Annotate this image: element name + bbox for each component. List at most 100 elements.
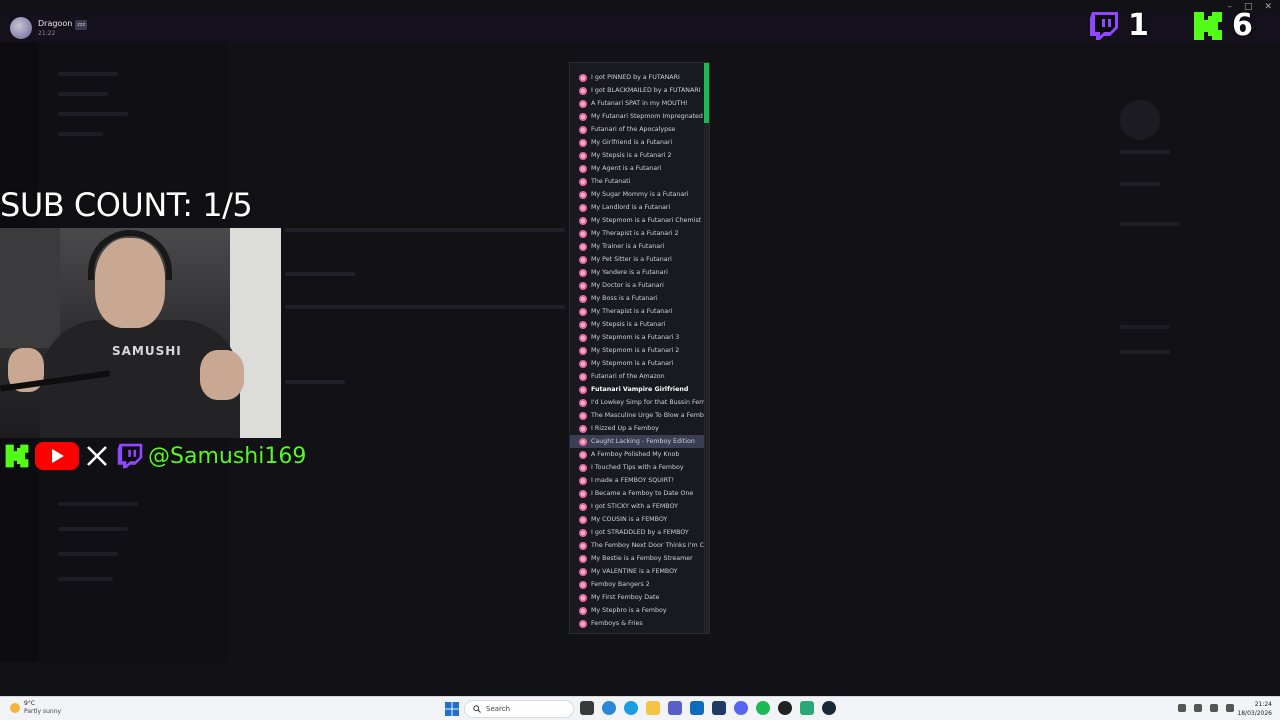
- playlist-track-icon: [579, 424, 587, 433]
- playlist-track-icon: [579, 307, 587, 316]
- playlist-item[interactable]: My Bestie is a Femboy Streamer: [570, 552, 706, 565]
- file-explorer-icon[interactable]: [646, 701, 660, 715]
- playlist-track-icon: [579, 99, 587, 108]
- playlist-item-label: My Stepsis is a Futanari: [591, 321, 666, 328]
- playlist-item[interactable]: My First Femboy Date: [570, 591, 706, 604]
- playlist-item[interactable]: A Futanari SPAT in my MOUTH!: [570, 97, 706, 110]
- playlist-item[interactable]: My Boss is a Futanari: [570, 292, 706, 305]
- playlist-item[interactable]: I Touched Tips with a Femboy: [570, 461, 706, 474]
- playlist-item[interactable]: Femboys & Fries: [570, 617, 706, 630]
- scrollbar-thumb[interactable]: [704, 63, 709, 123]
- playlist-item[interactable]: My Girlfriend is a Futanari: [570, 136, 706, 149]
- playlist-item[interactable]: I made a FEMBOY SQUIRT!: [570, 474, 706, 487]
- windows-start-icon[interactable]: [445, 702, 459, 716]
- vscode-icon[interactable]: [712, 701, 726, 715]
- playlist-item[interactable]: My Doctor is a Futanari: [570, 279, 706, 292]
- playlist-item[interactable]: My Therapist is a Futanari: [570, 305, 706, 318]
- playlist-item[interactable]: My Stepmom is a Futanari 3: [570, 331, 706, 344]
- playlist-track-icon: [579, 190, 587, 199]
- playlist-item[interactable]: Femboy Bangers 2: [570, 578, 706, 591]
- playlist-item[interactable]: I Became a Femboy to Date One: [570, 487, 706, 500]
- network-icon[interactable]: [1194, 704, 1202, 712]
- playlist-item[interactable]: The Masculine Urge To Blow a Femboy: [570, 409, 706, 422]
- discord-icon[interactable]: [734, 701, 748, 715]
- playlist-item[interactable]: Caught Lacking - Femboy Edition: [570, 435, 706, 448]
- playlist-item-label: My Futanari Stepmom Impregnated Me: [591, 113, 706, 120]
- playlist-item[interactable]: My VALENTINE is a FEMBOY: [570, 565, 706, 578]
- playlist-item-label: Futanari Vampire Girlfriend: [591, 386, 689, 393]
- kick-logo-icon: [1194, 12, 1222, 40]
- clock-time: 21:24: [1254, 701, 1272, 708]
- playlist-item[interactable]: My Sugar Mommy is a Futanari: [570, 188, 706, 201]
- playlist-item[interactable]: My Stepsis is a Futanari: [570, 318, 706, 331]
- store-icon[interactable]: [690, 701, 704, 715]
- youtube-icon: [34, 440, 80, 472]
- playlist-item[interactable]: My Stepmom is a Futanari Chemist: [570, 214, 706, 227]
- app-icon[interactable]: [800, 701, 814, 715]
- clock[interactable]: 21:24 18/03/2026: [1237, 700, 1272, 718]
- playlist-item[interactable]: I'd Lowkey Simp for that Bussin Femboy: [570, 396, 706, 409]
- playlist-item-label: My Stepsis is a Futanari 2: [591, 152, 672, 159]
- mic-icon[interactable]: [1226, 704, 1234, 712]
- playlist-item[interactable]: I got PINNED by a FUTANARI: [570, 71, 706, 84]
- playlist-item[interactable]: Futanari of the Amazon: [570, 370, 706, 383]
- playlist-item[interactable]: Futanari of the Apocalypse: [570, 123, 706, 136]
- playlist-track-icon: [579, 346, 587, 355]
- playlist-item[interactable]: My Stepmom is a Futanari 2: [570, 344, 706, 357]
- playlist-track-icon: [579, 437, 587, 446]
- playlist-item[interactable]: Femboy Bangers: [570, 630, 706, 634]
- copilot-icon[interactable]: [602, 701, 616, 715]
- playlist-item[interactable]: A Femboy Polished My Knob: [570, 448, 706, 461]
- playlist-panel[interactable]: I got PINNED by a FUTANARI I got BLACKMAI…: [569, 62, 710, 634]
- playlist-item[interactable]: My Yandere is a Futanari: [570, 266, 706, 279]
- playlist-item[interactable]: My Pet Sitter is a Futanari: [570, 253, 706, 266]
- teams-icon[interactable]: [668, 701, 682, 715]
- playlist-item-label: My Stepmom is a Futanari Chemist: [591, 217, 702, 224]
- playlist-item[interactable]: My Trainer is a Futanari: [570, 240, 706, 253]
- volume-icon[interactable]: [1210, 704, 1218, 712]
- playlist-item[interactable]: The Femboy Next Door Thinks I'm Cute: [570, 539, 706, 552]
- obs-icon[interactable]: [778, 701, 792, 715]
- chevron-up-icon[interactable]: [1178, 704, 1186, 712]
- playlist-item[interactable]: My Agent is a Futanari: [570, 162, 706, 175]
- user-chip[interactable]: Dragoon zzz 21:22: [10, 16, 88, 40]
- user-time: 21:22: [38, 29, 56, 37]
- playlist-item[interactable]: My Landlord is a Futanari: [570, 201, 706, 214]
- playlist-item[interactable]: Futanari Vampire Girlfriend: [570, 383, 706, 396]
- playlist-item-label: The Masculine Urge To Blow a Femboy: [591, 412, 706, 419]
- playlist-item[interactable]: My Stepmom is a Futanari: [570, 357, 706, 370]
- playlist-item[interactable]: I got BLACKMAILED by a FUTANARI: [570, 84, 706, 97]
- playlist-item-label: My Landlord is a Futanari: [591, 204, 671, 211]
- playlist-item-label: Femboy Bangers: [591, 633, 706, 634]
- spotify-icon[interactable]: [756, 701, 770, 715]
- kick-icon: [4, 442, 30, 470]
- task-view-icon[interactable]: [580, 701, 594, 715]
- playlist-item[interactable]: My COUSIN is a FEMBOY: [570, 513, 706, 526]
- playlist-item-label: I'd Lowkey Simp for that Bussin Femboy: [591, 399, 706, 406]
- playlist-item[interactable]: I Rizzed Up a Femboy: [570, 422, 706, 435]
- playlist-track-icon: [579, 268, 587, 277]
- playlist-item[interactable]: The Futanati: [570, 175, 706, 188]
- edge-icon[interactable]: [624, 701, 638, 715]
- steam-icon[interactable]: [822, 701, 836, 715]
- playlist-item[interactable]: My Stepsis is a Futanari 2: [570, 149, 706, 162]
- playlist-item-label: I got PINNED by a FUTANARI: [591, 74, 680, 81]
- playlist-item[interactable]: I got STICKY with a FEMBOY: [570, 500, 706, 513]
- playlist-item[interactable]: My Futanari Stepmom Impregnated Me: [570, 110, 706, 123]
- playlist-item-label: My Stepmom is a Futanari 3: [591, 334, 680, 341]
- weather-widget[interactable]: 9°C Partly sunny: [10, 700, 61, 716]
- playlist-list: I got PINNED by a FUTANARI I got BLACKMAI…: [570, 71, 706, 634]
- playlist-track-icon: [579, 242, 587, 251]
- close-icon[interactable]: ✕: [1264, 2, 1272, 12]
- playlist-item[interactable]: My Therapist is a Futanari 2: [570, 227, 706, 240]
- playlist-track-icon: [579, 138, 587, 147]
- playlist-track-icon: [579, 489, 587, 498]
- playlist-item-label: Caught Lacking - Femboy Edition: [591, 438, 695, 445]
- playlist-track-icon: [579, 229, 587, 238]
- playlist-track-icon: [579, 593, 587, 602]
- playlist-scrollbar[interactable]: [704, 63, 709, 633]
- taskbar-search[interactable]: Search: [464, 700, 574, 718]
- social-handle: @Samushi169: [148, 443, 307, 469]
- playlist-item[interactable]: I got STRADDLED by a FEMBOY: [570, 526, 706, 539]
- playlist-item[interactable]: My Stepbro is a Femboy: [570, 604, 706, 617]
